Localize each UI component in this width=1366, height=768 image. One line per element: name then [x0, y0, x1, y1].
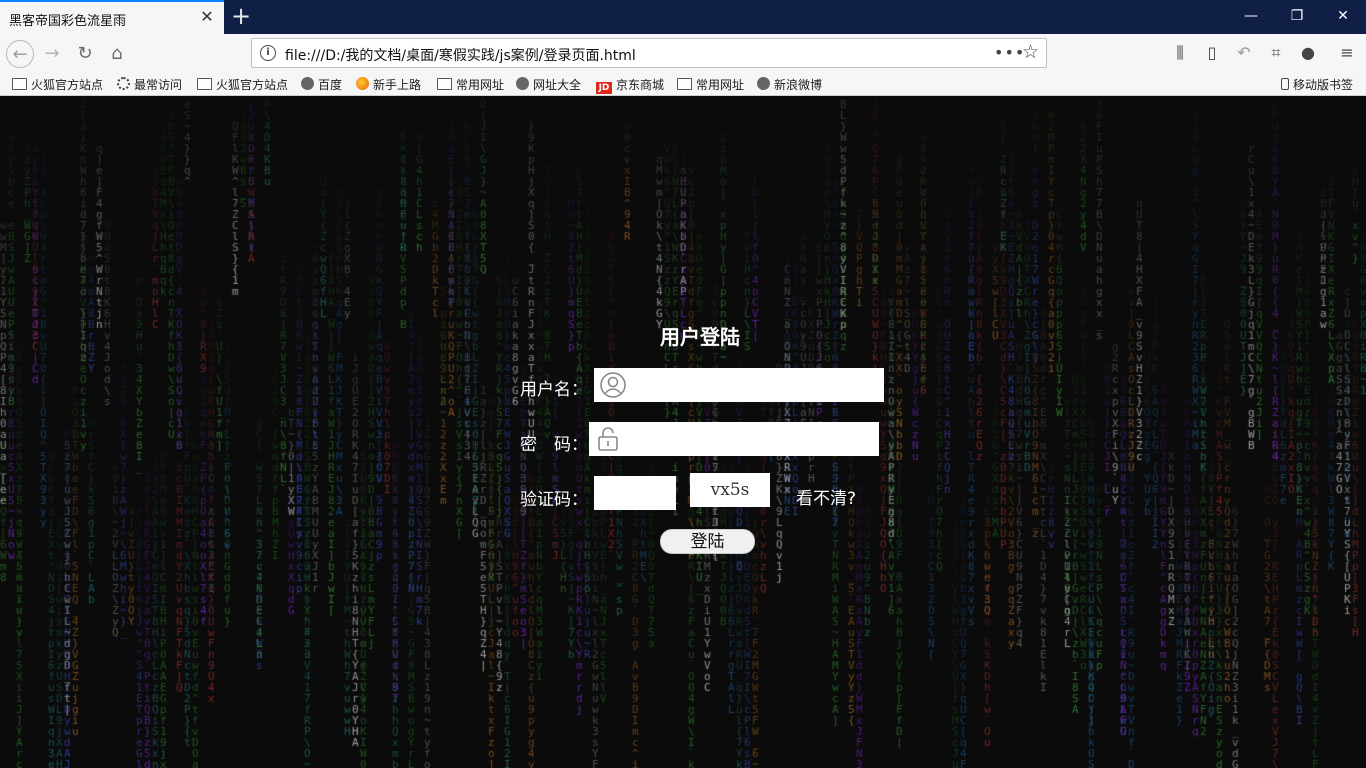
- bookmark-item[interactable]: 百度: [301, 76, 342, 94]
- globe-icon: [516, 77, 529, 90]
- folder-icon: [437, 78, 452, 90]
- bookmark-item[interactable]: 新浪微博: [757, 76, 822, 94]
- home-icon[interactable]: ⌂: [103, 40, 131, 68]
- login-title: 用户登陆: [660, 325, 740, 349]
- bookmark-label: 最常访问: [134, 78, 183, 92]
- mobile-bookmarks-label: 移动版书签: [1293, 78, 1354, 92]
- bookmark-item[interactable]: JD 京东商城: [596, 76, 664, 94]
- restore-icon[interactable]: ❐: [1287, 6, 1307, 26]
- bookmark-item[interactable]: 最常访问: [117, 76, 182, 94]
- tab-active[interactable]: 黑客帝国彩色流星雨 ✕: [0, 0, 224, 34]
- bookmark-label: 京东商城: [616, 78, 665, 92]
- chat-icon[interactable]: ●: [1298, 43, 1318, 63]
- refresh-captcha-link[interactable]: 看不清?: [796, 484, 856, 509]
- tab-bar: 黑客帝国彩色流星雨 ✕ + — ❐ ✕: [0, 0, 1366, 34]
- sidebar-icon[interactable]: ▯: [1202, 43, 1222, 63]
- folder-icon: [197, 78, 212, 90]
- jd-icon: JD: [596, 82, 612, 94]
- captcha-input[interactable]: [594, 476, 676, 510]
- url-text[interactable]: file:///D:/我的文档/桌面/寒假实践/js案例/登录页面.html: [285, 45, 636, 65]
- library-icon[interactable]: ⫼: [1170, 43, 1190, 63]
- globe-icon: [301, 77, 314, 90]
- bookmark-label: 网址大全: [533, 78, 582, 92]
- bookmark-label: 百度: [318, 78, 343, 92]
- login-button[interactable]: 登陆: [660, 529, 755, 554]
- page-content: 用户登陆 用户名： 密 码： 验证码： vx5s 看不清? 登陆: [0, 97, 1366, 768]
- bookmark-item[interactable]: 常用网址: [437, 76, 504, 94]
- close-tab-icon[interactable]: ✕: [198, 8, 216, 26]
- username-label: 用户名：: [520, 380, 588, 400]
- bookmark-label: 新手上路: [373, 78, 422, 92]
- bookmark-label: 火狐官方站点: [216, 78, 289, 92]
- bookmark-item[interactable]: 网址大全: [516, 76, 581, 94]
- undo-icon[interactable]: ↶: [1234, 43, 1254, 63]
- forward-arrow-icon[interactable]: →: [38, 40, 66, 68]
- reload-icon[interactable]: ↻: [71, 40, 99, 68]
- folder-icon: [12, 78, 27, 90]
- gear-icon: [117, 77, 130, 90]
- bookmark-star-icon[interactable]: ☆: [1022, 41, 1039, 63]
- nav-toolbar: ← → ↻ ⌂ i file:///D:/我的文档/桌面/寒假实践/js案例/登…: [0, 34, 1366, 73]
- bookmark-label: 常用网址: [456, 78, 505, 92]
- folder-icon: [677, 78, 692, 90]
- bookmark-label: 常用网址: [696, 78, 745, 92]
- bookmark-item[interactable]: 火狐官方站点: [197, 76, 288, 94]
- bookmark-label: 新浪微博: [774, 78, 823, 92]
- bookmark-item[interactable]: 新手上路: [356, 76, 421, 94]
- bookmark-label: 火狐官方站点: [31, 78, 104, 92]
- firefox-icon: [356, 77, 369, 90]
- address-bar[interactable]: i file:///D:/我的文档/桌面/寒假实践/js案例/登录页面.html…: [251, 38, 1047, 68]
- password-label: 密 码：: [520, 435, 588, 455]
- bookmark-item[interactable]: 常用网址: [677, 76, 744, 94]
- lock-icon: [598, 427, 618, 451]
- captcha-label: 验证码：: [520, 490, 588, 510]
- screenshot-icon[interactable]: ⌗: [1266, 43, 1286, 63]
- bookmarks-toolbar: 火狐官方站点 最常访问 火狐官方站点 百度 新手上路 常用网址 网址大全 JD 京…: [0, 73, 1366, 96]
- minimize-icon[interactable]: —: [1241, 6, 1261, 26]
- close-window-icon[interactable]: ✕: [1333, 6, 1353, 26]
- captcha-code[interactable]: vx5s: [690, 473, 770, 507]
- phone-icon: [1281, 78, 1289, 90]
- globe-icon: [757, 77, 770, 90]
- password-input[interactable]: [589, 422, 879, 456]
- tab-title: 黑客帝国彩色流星雨: [9, 14, 127, 29]
- back-arrow-icon[interactable]: ←: [6, 40, 34, 68]
- menu-icon[interactable]: ≡: [1337, 43, 1357, 63]
- username-input[interactable]: [594, 368, 884, 402]
- bookmark-item[interactable]: 火狐官方站点: [12, 76, 103, 94]
- info-icon[interactable]: i: [260, 45, 276, 61]
- page-actions-icon[interactable]: •••: [994, 43, 1025, 62]
- mobile-bookmarks[interactable]: 移动版书签: [1281, 76, 1353, 94]
- new-tab-button[interactable]: +: [229, 3, 253, 29]
- user-icon: [600, 372, 626, 398]
